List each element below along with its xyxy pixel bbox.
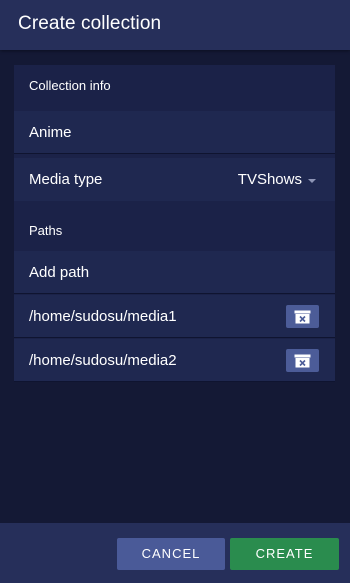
paths-label: Paths <box>29 223 63 238</box>
path-text: /home/sudosu/media1 <box>29 308 177 325</box>
path-item: /home/sudosu/media2 <box>14 339 335 382</box>
dropdown-caret-icon <box>308 178 316 183</box>
path-item: /home/sudosu/media1 <box>14 295 335 338</box>
delete-path-button[interactable] <box>286 305 319 328</box>
add-path-field[interactable]: Add path <box>14 251 335 294</box>
trash-bin-icon <box>294 354 311 367</box>
media-type-label: Media type <box>29 171 103 188</box>
create-button[interactable]: CREATE <box>230 538 339 570</box>
path-text: /home/sudosu/media2 <box>29 352 177 369</box>
media-type-value: TVShows <box>237 171 302 188</box>
collection-info-label: Collection info <box>29 78 111 93</box>
delete-path-button[interactable] <box>286 349 319 372</box>
media-type-select[interactable]: Media type TVShows <box>14 158 335 201</box>
dialog-header: Create collection <box>0 0 350 50</box>
add-path-label: Add path <box>29 264 90 281</box>
dialog-title: Create collection <box>18 13 162 34</box>
media-type-selected: TVShows <box>238 158 316 201</box>
collection-name-field[interactable]: Anime <box>14 111 335 154</box>
cancel-button[interactable]: CANCEL <box>117 538 225 570</box>
dialog-footer: CANCEL CREATE <box>0 523 350 583</box>
trash-bin-icon <box>294 310 311 323</box>
collection-name-value: Anime <box>29 124 72 141</box>
